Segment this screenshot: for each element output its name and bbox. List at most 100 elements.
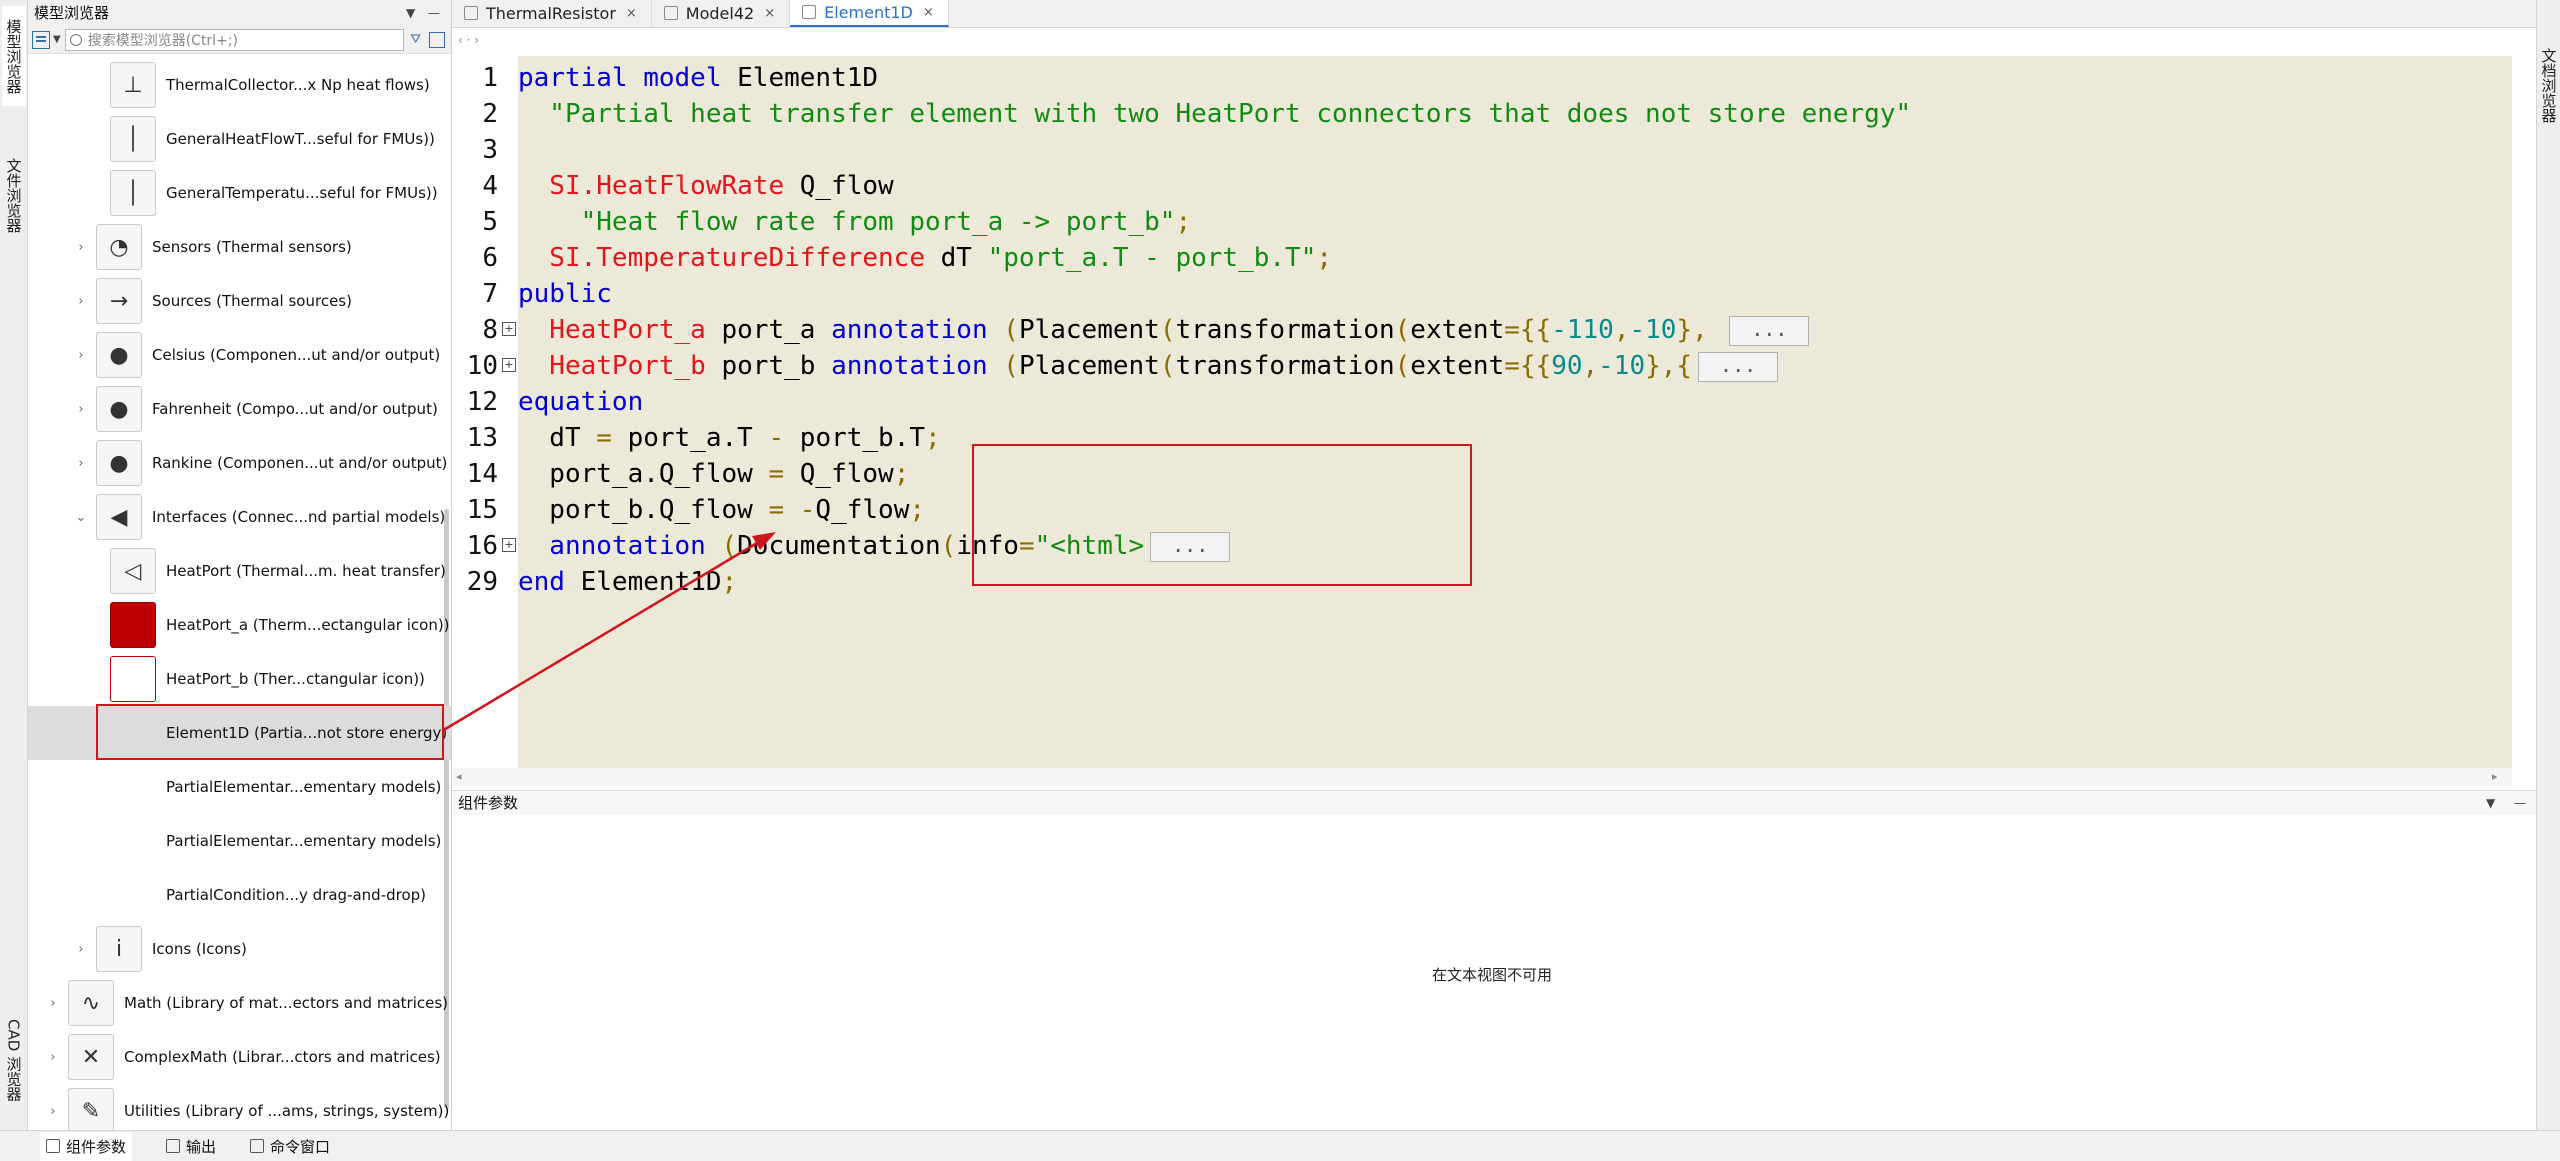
code-text: dT = port_a.T - port_b.T; — [518, 423, 941, 453]
horizontal-scrollbar[interactable]: ◂ ▸ — [452, 768, 2512, 786]
tree-item[interactable]: PartialElementar...ementary models) — [28, 814, 451, 868]
tab-cad-browser-label: CAD 浏览器 — [4, 1018, 23, 1102]
class-icon: ● — [96, 440, 142, 486]
class-icon: │ — [110, 116, 156, 162]
model-browser-title: 模型浏览器 — [34, 4, 110, 22]
class-icon — [110, 656, 156, 702]
code-text: "Partial heat transfer element with two … — [518, 99, 1912, 129]
expand-chevron-icon[interactable]: › — [74, 456, 88, 471]
tree-item-label: PartialElementar...ementary models) — [166, 778, 442, 796]
search-icon — [69, 33, 82, 46]
panel-menu-icon[interactable]: ▼ — [406, 0, 415, 26]
line-number: 16 — [466, 531, 498, 561]
tree-item[interactable]: › ✕ ComplexMath (Librar...ctors and matric… — [28, 1030, 451, 1084]
tree-item[interactable]: ⌄ ◀ Interfaces (Connec...nd partial models… — [28, 490, 451, 544]
tree-item[interactable]: PartialCondition...y drag-and-drop) — [28, 868, 451, 922]
code-line: 14 port_a.Q_flow = Q_flow; — [452, 456, 2512, 492]
fold-toggle-icon[interactable]: + — [502, 538, 516, 552]
tab-model-browser[interactable]: 模型浏览器 — [2, 6, 26, 106]
line-number: 5 — [482, 207, 498, 237]
tree-item[interactable]: │ GeneralHeatFlowT...seful for FMUs)) — [28, 112, 451, 166]
line-number: 29 — [466, 567, 498, 597]
tree-item[interactable]: › ◔ Sensors (Thermal sensors) — [28, 220, 451, 274]
tab-file-browser[interactable]: 文件浏览器 — [2, 140, 26, 250]
tree-item[interactable]: › ∿ Math (Library of mat...ectors and matr… — [28, 976, 451, 1030]
expand-chevron-icon[interactable]: › — [46, 1050, 60, 1065]
tree-item[interactable]: › i Icons (Icons) — [28, 922, 451, 976]
tree-item[interactable]: ◁ HeatPort (Thermal...m. heat transfer) — [28, 544, 451, 598]
tree-item[interactable]: ⊥ ThermalCollector...x Np heat flows) — [28, 58, 451, 112]
editor-tab[interactable]: ThermalResistor × — [452, 0, 652, 27]
bottom-tab-icon — [250, 1139, 265, 1153]
bottom-tab-label: 输出 — [186, 1137, 217, 1156]
fold-toggle-icon[interactable]: + — [502, 322, 516, 336]
tree-item[interactable]: HeatPort_b (Ther...ctangular icon)) — [28, 652, 451, 706]
collapse-chevron-icon[interactable]: ⌄ — [74, 510, 88, 525]
panel-minimize-icon[interactable]: — — [428, 0, 440, 26]
editor-tab[interactable]: Model42 × — [652, 0, 791, 27]
view-mode-icon[interactable] — [32, 30, 50, 49]
tree-item-label: HeatPort (Thermal...m. heat transfer) — [166, 562, 446, 580]
tree-item[interactable]: HeatPort_a (Therm...ectangular icon)) — [28, 598, 451, 652]
class-icon: ◀ — [96, 494, 142, 540]
tree-item[interactable]: PartialElementar...ementary models) — [28, 760, 451, 814]
tree-item[interactable]: › ● Fahrenheit (Compo...ut and/or output) — [28, 382, 451, 436]
breadcrumb[interactable]: ‹ · › — [452, 28, 2536, 54]
bottom-tab-icon — [166, 1139, 181, 1153]
params-minimize-icon[interactable]: — — [2514, 791, 2526, 815]
bottom-tab[interactable]: 命令窗口 — [250, 1136, 330, 1157]
tree-item[interactable]: › ● Celsius (Componen...ut and/or output) — [28, 328, 451, 382]
code-line: 29 end Element1D; — [452, 564, 2512, 600]
fold-toggle-icon[interactable]: + — [502, 358, 516, 372]
tree-item-label: Celsius (Componen...ut and/or output) — [152, 346, 441, 364]
view-mode-dropdown-icon[interactable]: ▼ — [53, 34, 61, 45]
collapse-all-icon[interactable] — [429, 31, 445, 48]
expand-chevron-icon[interactable]: › — [74, 402, 88, 417]
code-line: 12 equation — [452, 384, 2512, 420]
tab-document-browser[interactable]: 文档浏览器 — [2537, 30, 2560, 140]
close-icon[interactable]: × — [923, 5, 934, 20]
search-input[interactable]: 搜索模型浏览器(Ctrl+;) — [64, 28, 405, 51]
expand-chevron-icon[interactable]: › — [74, 240, 88, 255]
bottom-tab[interactable]: 输出 — [166, 1136, 216, 1157]
code-line: 6 SI.TemperatureDifference dT "port_a.T … — [452, 240, 2512, 276]
tree-item-label: PartialCondition...y drag-and-drop) — [166, 886, 427, 904]
tree-item[interactable]: Element1D (Partia...not store energy) — [28, 706, 451, 760]
editor-tab[interactable]: Element1D × — [790, 0, 949, 27]
collapsed-code-button[interactable]: ... — [1698, 351, 1779, 382]
left-tab-strip: 模型浏览器 文件浏览器 CAD 浏览器 — [0, 0, 28, 1130]
collapsed-code-button[interactable]: ... — [1150, 531, 1231, 562]
filter-icon[interactable]: ⛛ — [410, 32, 421, 47]
tab-cad-browser[interactable]: CAD 浏览器 — [2, 1000, 26, 1120]
close-icon[interactable]: × — [626, 6, 637, 21]
tree-item[interactable]: › ● Rankine (Componen...ut and/or output) — [28, 436, 451, 490]
params-menu-icon[interactable]: ▼ — [2486, 791, 2495, 815]
expand-chevron-icon[interactable]: › — [74, 942, 88, 957]
expand-chevron-icon[interactable]: › — [74, 294, 88, 309]
tree-item[interactable]: › → Sources (Thermal sources) — [28, 274, 451, 328]
tree-item-label: Element1D (Partia...not store energy) — [166, 724, 448, 742]
bottom-tab-label: 命令窗口 — [270, 1137, 331, 1156]
class-icon: ∿ — [68, 980, 114, 1026]
document-icon — [663, 6, 678, 20]
code-line: 7 public — [452, 276, 2512, 312]
tree-item[interactable]: │ GeneralTemperatu...seful for FMUs)) — [28, 166, 451, 220]
bottom-tab[interactable]: 组件参数 — [40, 1131, 133, 1161]
tree-item-label: Fahrenheit (Compo...ut and/or output) — [152, 400, 438, 418]
scroll-left-icon[interactable]: ◂ — [456, 770, 462, 783]
expand-chevron-icon[interactable]: › — [74, 348, 88, 363]
code-editor[interactable]: 1 partial model Element1D 2 "Partial heat … — [452, 56, 2512, 768]
collapsed-code-button[interactable]: ... — [1729, 315, 1810, 346]
right-tab-strip: 文档浏览器 — [2536, 0, 2560, 1130]
tree-item[interactable]: › ✎ Utilities (Library of ...ams, strings,… — [28, 1084, 451, 1130]
expand-chevron-icon[interactable]: › — [46, 996, 60, 1011]
editor-area: ThermalResistor × Model42 × Element1D × ‹ · ›… — [452, 0, 2536, 790]
expand-chevron-icon[interactable]: › — [46, 1104, 60, 1119]
scroll-right-icon[interactable]: ▸ — [2492, 770, 2498, 783]
search-placeholder: 搜索模型浏览器(Ctrl+;) — [87, 32, 238, 49]
tree-item-label: GeneralTemperatu...seful for FMUs)) — [166, 184, 438, 202]
line-number: 3 — [482, 135, 498, 165]
close-icon[interactable]: × — [764, 6, 775, 21]
code-line: 15 port_b.Q_flow = -Q_flow; — [452, 492, 2512, 528]
code-text: "Heat flow rate from port_a -> port_b"; — [518, 207, 1192, 237]
